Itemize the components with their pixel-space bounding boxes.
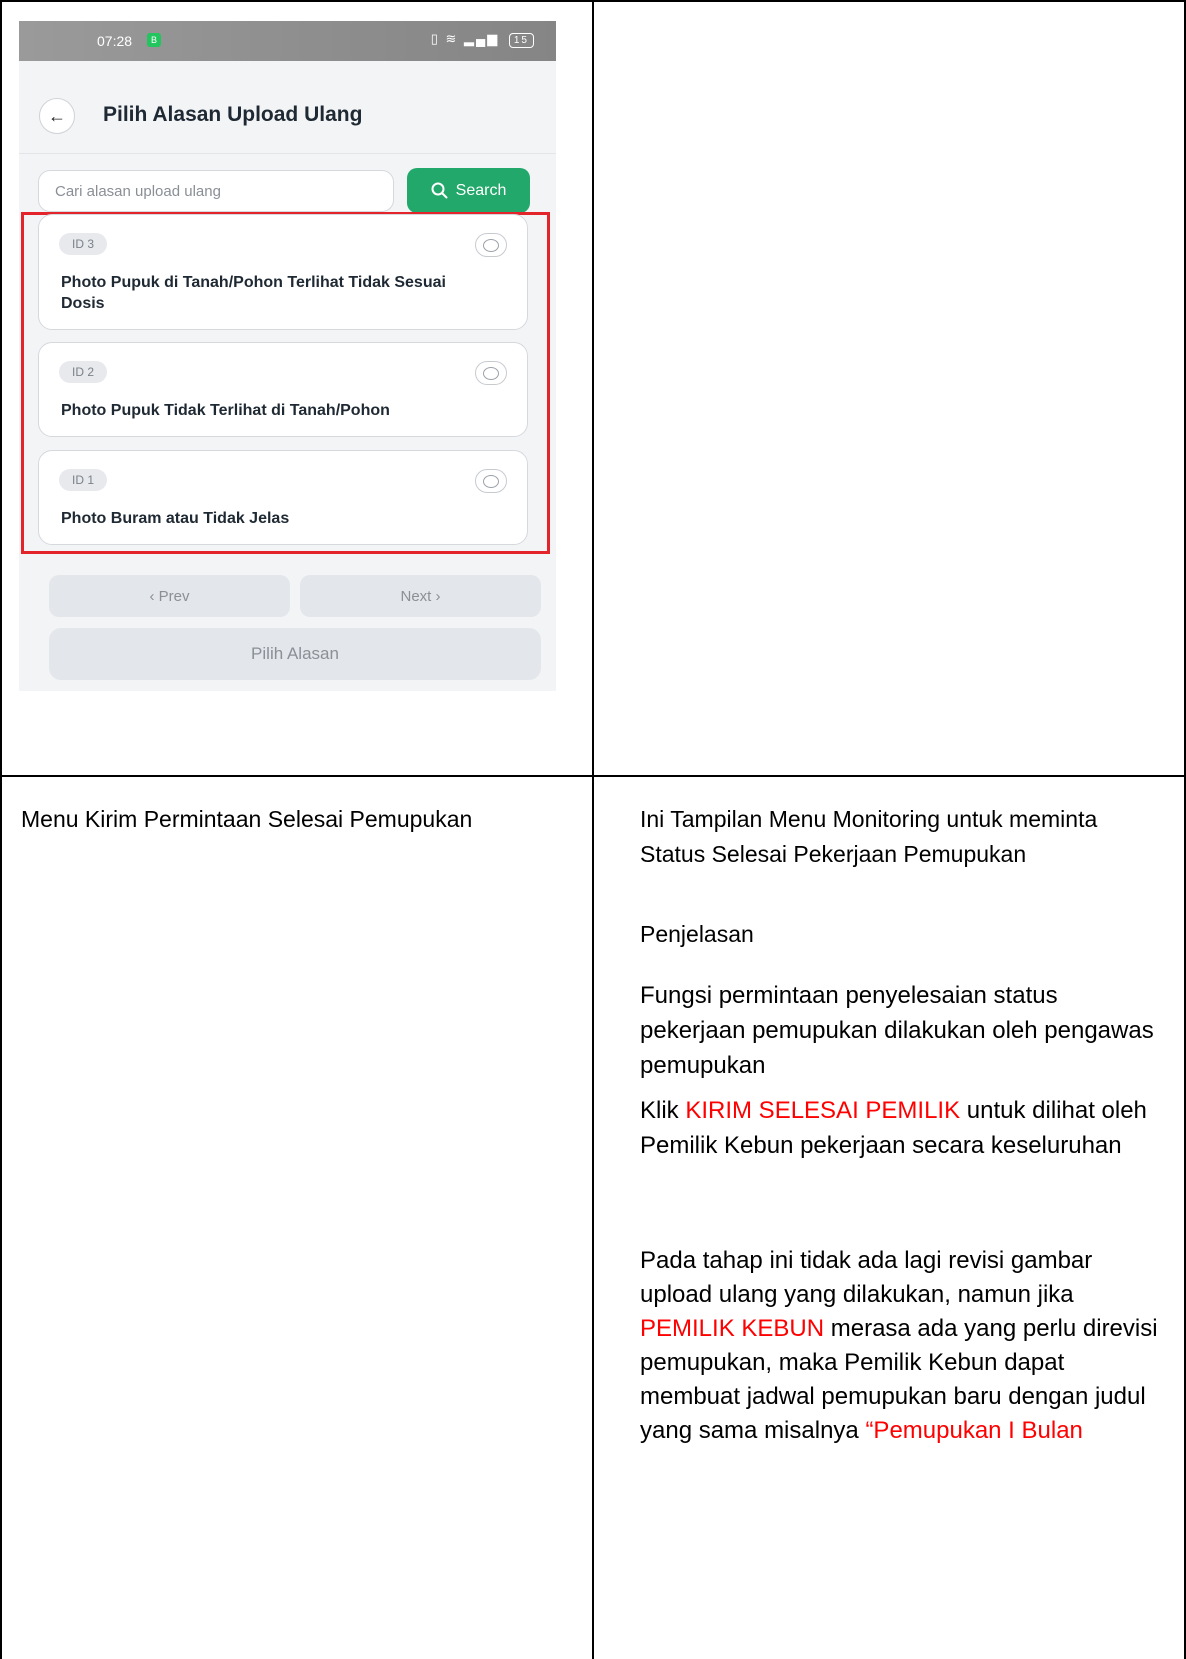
arrow-left-icon: ←	[48, 105, 66, 126]
radio-button[interactable]	[475, 233, 507, 257]
document-table: 07:28 B ▯ ≋ ▂▄▆ 15 ← Pilih Alasan Upload…	[0, 0, 1186, 1659]
paragraph-3-part-a: Pada tahap ini tidak ada lagi revisi gam…	[640, 1247, 1093, 1308]
search-button-label: Search	[455, 181, 507, 199]
highlight-pemilik-kebun: PEMILIK KEBUN	[640, 1315, 825, 1342]
choose-reason-button[interactable]: Pilih Alasan	[49, 628, 541, 680]
phone-screenshot: 07:28 B ▯ ≋ ▂▄▆ 15 ← Pilih Alasan Upload…	[19, 21, 556, 691]
battery-icon: 15	[508, 33, 534, 48]
paragraph-2: Klik KIRIM SELESAI PEMILIK untuk dilihat…	[640, 1093, 1160, 1163]
chevron-right-icon: ›	[431, 587, 441, 605]
section-heading: Penjelasan	[640, 921, 754, 947]
app-bar: ← Pilih Alasan Upload Ulang	[19, 61, 556, 154]
reason-card[interactable]: ID 1 Photo Buram atau Tidak Jelas	[38, 450, 528, 545]
highlight-judul-pemupukan: “Pemupukan I Bulan	[865, 1417, 1083, 1444]
chevron-left-icon: ‹	[149, 587, 159, 605]
reason-id-badge: ID 2	[59, 361, 108, 383]
reason-text: Photo Buram atau Tidak Jelas	[61, 510, 290, 527]
back-button[interactable]: ←	[39, 98, 75, 134]
radio-button[interactable]	[475, 469, 507, 493]
search-input[interactable]	[38, 170, 394, 212]
prev-button[interactable]: ‹ Prev	[49, 575, 290, 617]
prev-label: Prev	[158, 587, 190, 605]
search-button[interactable]: Search	[407, 168, 530, 213]
table-row-divider	[0, 775, 1186, 777]
reason-id-badge: ID 3	[59, 233, 108, 255]
status-bar: 07:28 B ▯ ≋ ▂▄▆ 15	[19, 21, 556, 61]
status-time: 07:28	[97, 33, 133, 49]
next-label: Next	[400, 587, 432, 605]
reason-card[interactable]: ID 2 Photo Pupuk Tidak Terlihat di Tanah…	[38, 342, 528, 437]
radio-button[interactable]	[475, 361, 507, 385]
status-icons: ▯ ≋ ▂▄▆ 15	[431, 31, 534, 48]
vibrate-icon: ▯	[430, 31, 440, 46]
reason-id-badge: ID 1	[59, 469, 108, 491]
paragraph-3: Pada tahap ini tidak ada lagi revisi gam…	[640, 1244, 1160, 1448]
highlight-kirim-selesai: KIRIM SELESAI PEMILIK	[685, 1097, 961, 1124]
reason-text: Photo Pupuk di Tanah/Pohon Terlihat Tida…	[61, 274, 446, 312]
reason-text: Photo Pupuk Tidak Terlihat di Tanah/Poho…	[61, 402, 390, 419]
notification-badge: B	[147, 33, 161, 47]
left-cell-title: Menu Kirim Permintaan Selesai Pemupukan	[21, 806, 473, 832]
wifi-icon: ≋	[445, 31, 459, 46]
next-button[interactable]: Next ›	[300, 575, 541, 617]
right-cell-title: Ini Tampilan Menu Monitoring untuk memin…	[640, 806, 1098, 867]
reason-card[interactable]: ID 3 Photo Pupuk di Tanah/Pohon Terlihat…	[38, 214, 528, 330]
paragraph-1: Fungsi permintaan penyelesaian status pe…	[640, 982, 1154, 1079]
search-icon	[431, 182, 448, 199]
signal-icon: ▂▄▆	[464, 31, 500, 46]
paragraph-2-prefix: Klik	[640, 1097, 686, 1124]
page-title: Pilih Alasan Upload Ulang	[103, 103, 363, 126]
table-border-left	[0, 0, 2, 1659]
table-column-divider	[592, 0, 594, 1659]
